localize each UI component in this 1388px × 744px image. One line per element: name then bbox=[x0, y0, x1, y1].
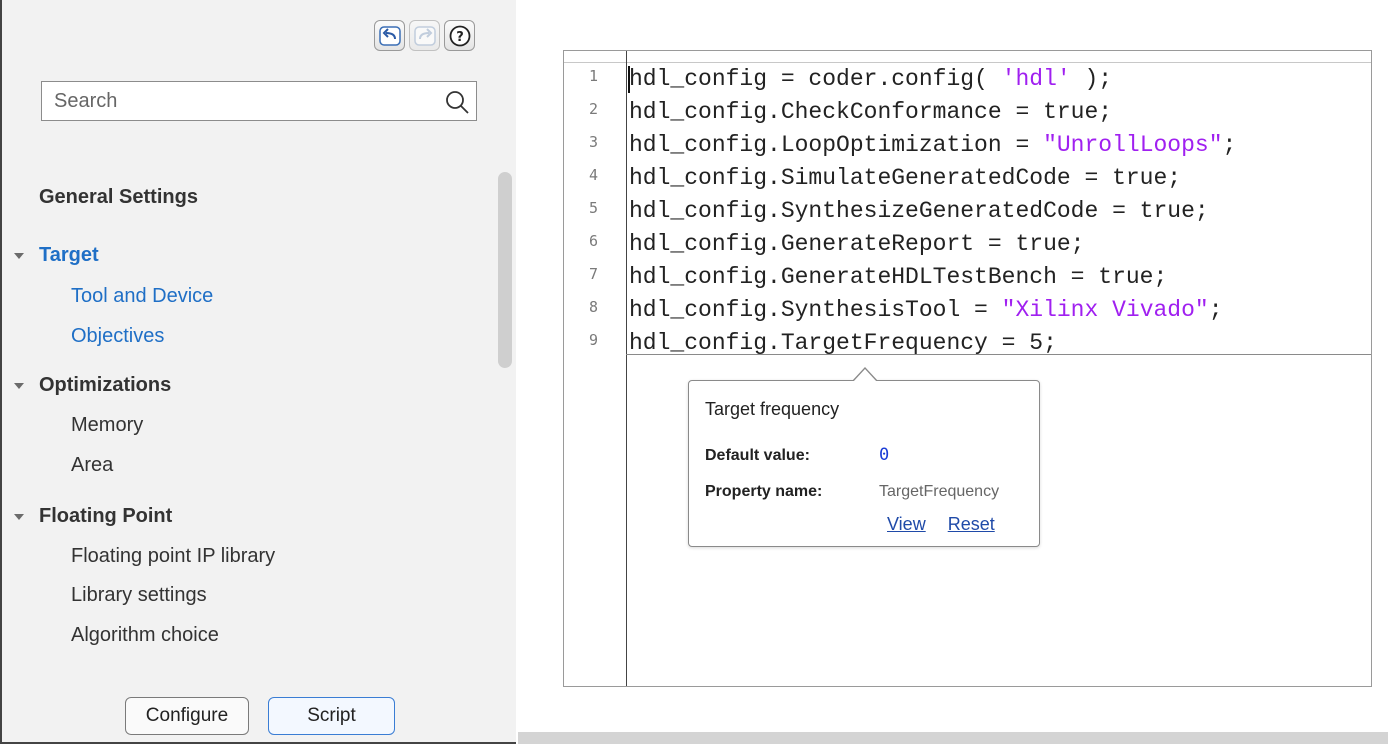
line-text: hdl_config.SynthesisTool = "Xilinx Vivad… bbox=[629, 297, 1223, 323]
tooltip-arrow-fill bbox=[853, 369, 877, 382]
line-number: 2 bbox=[588, 100, 598, 118]
nav-objectives[interactable]: Objectives bbox=[71, 325, 164, 348]
tooltip-title: Target frequency bbox=[705, 399, 840, 419]
line-number: 4 bbox=[588, 166, 598, 184]
nav-tool-and-device[interactable]: Tool and Device bbox=[71, 285, 213, 308]
line-number: 3 bbox=[588, 133, 598, 151]
code-line[interactable]: 4 hdl_config.SimulateGeneratedCode = tru… bbox=[564, 162, 1364, 195]
code-line[interactable]: 6 hdl_config.GenerateReport = true; bbox=[564, 228, 1364, 261]
line-text: hdl_config.LoopOptimization = "UnrollLoo… bbox=[629, 132, 1237, 158]
property-tooltip: Target frequency Default value: 0 Proper… bbox=[688, 367, 1040, 547]
nav-floating-point[interactable]: Floating Point bbox=[39, 505, 172, 528]
line-text: hdl_config.GenerateReport = true; bbox=[629, 231, 1085, 257]
caret-down-icon[interactable] bbox=[14, 253, 24, 259]
default-value: 0 bbox=[879, 445, 890, 465]
code-line[interactable]: 3 hdl_config.LoopOptimization = "UnrollL… bbox=[564, 129, 1364, 162]
tooltip-actions: View Reset bbox=[887, 514, 995, 535]
caret-down-icon[interactable] bbox=[14, 383, 24, 389]
svg-text:?: ? bbox=[456, 30, 464, 45]
line-number: 7 bbox=[588, 265, 598, 283]
code-line[interactable]: 5 hdl_config.SynthesizeGeneratedCode = t… bbox=[564, 195, 1364, 228]
search-icon[interactable] bbox=[444, 89, 470, 115]
code-line[interactable]: 2 hdl_config.CheckConformance = true; bbox=[564, 96, 1364, 129]
top-toolbar: ? bbox=[374, 20, 475, 51]
search-box bbox=[41, 81, 477, 121]
property-name-value: TargetFrequency bbox=[879, 483, 1000, 500]
help-button[interactable]: ? bbox=[444, 20, 475, 51]
nav-library-settings[interactable]: Library settings bbox=[71, 584, 207, 607]
nav-optimizations[interactable]: Optimizations bbox=[39, 374, 171, 397]
property-name-label: Property name: bbox=[705, 483, 823, 500]
bottom-button-bar: Configure Script bbox=[125, 697, 395, 735]
nav-area[interactable]: Area bbox=[71, 454, 113, 477]
settings-sidebar: ? General Settings Target Tool and Devic… bbox=[0, 0, 516, 744]
undo-icon bbox=[378, 25, 401, 46]
code-line[interactable]: 1 hdl_config = coder.config( 'hdl' ); bbox=[564, 63, 1364, 96]
line-number: 6 bbox=[588, 232, 598, 250]
line-text: hdl_config.TargetFrequency = 5; bbox=[629, 330, 1057, 356]
help-icon: ? bbox=[449, 25, 470, 46]
code-line[interactable]: 9 hdl_config.TargetFrequency = 5; bbox=[564, 327, 1364, 360]
view-link[interactable]: View bbox=[887, 514, 926, 535]
nav-general-settings[interactable]: General Settings bbox=[39, 186, 198, 209]
default-value-label: Default value: bbox=[705, 447, 810, 464]
redo-icon bbox=[413, 25, 436, 46]
line-number: 1 bbox=[588, 67, 598, 85]
horizontal-scrollbar[interactable] bbox=[518, 732, 1388, 744]
line-text: hdl_config = coder.config( 'hdl' ); bbox=[629, 66, 1113, 92]
code-line[interactable]: 8 hdl_config.SynthesisTool = "Xilinx Viv… bbox=[564, 294, 1364, 327]
nav-algorithm-choice[interactable]: Algorithm choice bbox=[71, 624, 219, 647]
nav-target[interactable]: Target bbox=[39, 244, 99, 267]
script-button[interactable]: Script bbox=[268, 697, 395, 735]
line-text: hdl_config.GenerateHDLTestBench = true; bbox=[629, 264, 1168, 290]
sidebar-scrollbar[interactable] bbox=[498, 172, 512, 368]
line-number: 5 bbox=[588, 199, 598, 217]
line-text: hdl_config.CheckConformance = true; bbox=[629, 99, 1113, 125]
configure-button[interactable]: Configure bbox=[125, 697, 249, 735]
search-input[interactable] bbox=[42, 82, 476, 120]
line-text: hdl_config.SynthesizeGeneratedCode = tru… bbox=[629, 198, 1209, 224]
code-line[interactable]: 7 hdl_config.GenerateHDLTestBench = true… bbox=[564, 261, 1364, 294]
text-cursor bbox=[628, 66, 630, 93]
reset-link[interactable]: Reset bbox=[948, 514, 995, 535]
redo-button[interactable] bbox=[409, 20, 440, 51]
undo-button[interactable] bbox=[374, 20, 405, 51]
nav-memory[interactable]: Memory bbox=[71, 414, 143, 437]
line-text: hdl_config.SimulateGeneratedCode = true; bbox=[629, 165, 1182, 191]
caret-down-icon[interactable] bbox=[14, 514, 24, 520]
script-editor[interactable]: 1 hdl_config = coder.config( 'hdl' ); 2 … bbox=[563, 50, 1372, 687]
nav-floating-point-ip-library[interactable]: Floating point IP library bbox=[71, 545, 275, 568]
line-number: 8 bbox=[588, 298, 598, 316]
line-number: 9 bbox=[588, 331, 598, 349]
